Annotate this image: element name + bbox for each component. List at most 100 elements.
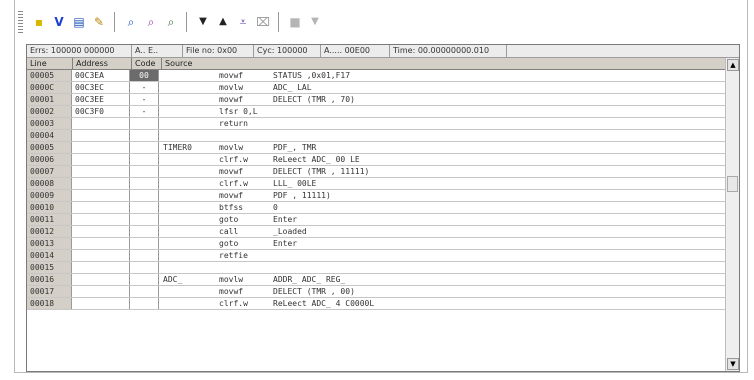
toolbar-separator [114, 12, 116, 32]
address-cell: 00C3F0 [72, 106, 130, 117]
disabled-arrow-icon: ▼ [311, 16, 319, 27]
source-cell: movlw ADC_ LAL [159, 82, 725, 93]
table-row[interactable]: 00005 TIMER0 movlw PDF_, TMR [27, 142, 725, 154]
source-opcode: movwf [219, 71, 244, 80]
source-operands: Enter [273, 239, 298, 248]
address-cell [72, 250, 130, 261]
code-cell [130, 226, 159, 237]
line-number-cell: 00011 [27, 214, 72, 225]
scroll-thumb[interactable] [727, 176, 738, 192]
source-cell: movwf DELECT (TMR , 70) [159, 94, 725, 105]
table-row[interactable]: 00018 clrf.w ReLeect ADC_ 4 C0000L [27, 298, 725, 310]
toolbar-grip[interactable] [18, 11, 23, 33]
source-opcode: movwf [219, 167, 244, 176]
table-row[interactable]: 00010 btfss 0 [27, 202, 725, 214]
pencil-icon[interactable]: ✎ [91, 14, 107, 30]
line-number-cell: 00010 [27, 202, 72, 213]
scroll-down-icon[interactable]: ▼ [727, 358, 739, 370]
code-cell [130, 154, 159, 165]
source-opcode: retfie [219, 251, 248, 260]
line-number-cell: 00018 [27, 298, 72, 309]
table-row[interactable]: 00013 goto Enter [27, 238, 725, 250]
source-opcode: movwf [219, 287, 244, 296]
yellow-square-icon[interactable]: ▪ [31, 14, 47, 30]
table-row[interactable]: 00004 [27, 130, 725, 142]
status-cycles: Cyc: 100000 [254, 45, 321, 57]
address-cell: 00C3EE [72, 94, 130, 105]
table-row[interactable]: 00012 call _Loaded [27, 226, 725, 238]
clear-icon[interactable]: ⌧ [255, 14, 271, 30]
filter-icon[interactable]: V [51, 14, 67, 30]
source-operands: DELECT (TMR , 11111) [273, 167, 370, 176]
code-cell [130, 118, 159, 129]
source-opcode: movwf [219, 191, 244, 200]
address-cell [72, 262, 130, 273]
source-cell: ADC_ movlw ADDR_ ADC_ REG_ [159, 274, 725, 285]
scroll-up-icon[interactable]: ▲ [727, 59, 739, 71]
arrow-down-bar-icon[interactable]: ⩡ [235, 14, 251, 30]
find-next-icon[interactable]: ⌕ [143, 14, 159, 30]
status-time: Time: 00.00000000.010 [390, 45, 507, 57]
col-line[interactable]: Line [27, 58, 73, 69]
table-row[interactable]: 00002 00C3F0- lfsr 0,L [27, 106, 725, 118]
line-number-cell: 00002 [27, 106, 72, 117]
table-row[interactable]: 00016 ADC_ movlw ADDR_ ADC_ REG_ [27, 274, 725, 286]
source-opcode: movlw [219, 275, 244, 284]
table-row[interactable]: 0000C 00C3EC - movlw ADC_ LAL [27, 82, 725, 94]
table-row[interactable]: 00017 movwf DELECT (TMR , 00) [27, 286, 725, 298]
line-number-cell: 00014 [27, 250, 72, 261]
source-cell [159, 262, 725, 273]
table-row[interactable]: 00009 movwf PDF , 11111) [27, 190, 725, 202]
source-operands: STATUS ,0x01,F17 [273, 71, 351, 80]
source-cell: clrf.w ReLeect ADC_ 4 C0000L [159, 298, 725, 309]
source-opcode: clrf.w [219, 299, 248, 308]
address-cell [72, 190, 130, 201]
table-row[interactable]: 00003 return [27, 118, 725, 130]
line-number-cell: 00015 [27, 262, 72, 273]
code-cell [130, 298, 159, 309]
line-number-cell: 00012 [27, 226, 72, 237]
table-row[interactable]: 00006 clrf.w ReLeect ADC_ 00 LE [27, 154, 725, 166]
source-label: ADC_ [163, 275, 183, 284]
line-number-cell: 00016 [27, 274, 72, 285]
find-icon[interactable]: ⌕ [123, 14, 139, 30]
table-row[interactable]: 00011 goto Enter [27, 214, 725, 226]
address-cell [72, 286, 130, 297]
page-icon[interactable]: ▤ [71, 14, 87, 30]
table-row[interactable]: 00005 00C3EA 00 movwf STATUS ,0x01,F17 [27, 70, 725, 82]
address-cell [72, 178, 130, 189]
source-cell: retfie [159, 250, 725, 261]
col-address[interactable]: Address [73, 58, 132, 69]
col-code[interactable]: Code [132, 58, 162, 69]
table-row[interactable]: 00008 clrf.w LLL_ 00LE [27, 178, 725, 190]
source-operands: PDF_, TMR [273, 143, 317, 152]
line-number-cell: 00006 [27, 154, 72, 165]
source-cell: movwf DELECT (TMR , 00) [159, 286, 725, 297]
code-cell: - [130, 94, 159, 105]
arrow-down-icon[interactable]: ▼ [195, 14, 211, 30]
line-number-cell: 00013 [27, 238, 72, 249]
source-opcode: goto [219, 215, 239, 224]
arrow-up-icon[interactable]: ▲ [215, 14, 231, 30]
col-source[interactable]: Source [162, 58, 739, 69]
status-bar: Errs: 100000 000000 A.. E.. File no: 0x0… [27, 45, 739, 58]
table-row[interactable]: 00015 [27, 262, 725, 274]
toolbar-separator [186, 12, 188, 32]
source-operands: ADDR_ ADC_ REG_ [273, 275, 346, 284]
vertical-scrollbar[interactable]: ▲ ▼ [725, 58, 739, 371]
source-opcode: movlw [219, 143, 244, 152]
table-row[interactable]: 00014 retfie [27, 250, 725, 262]
table-row[interactable]: 00007 movwf DELECT (TMR , 11111) [27, 166, 725, 178]
table-row[interactable]: 00001 00C3EE - movwf DELECT (TMR , 70) [27, 94, 725, 106]
source-cell: movwf STATUS ,0x01,F17 [159, 70, 725, 81]
code-cell [130, 214, 159, 225]
find-prev-icon[interactable]: ⌕ [163, 14, 179, 30]
status-errors: Errs: 100000 000000 [27, 45, 132, 57]
line-number-cell: 00003 [27, 118, 72, 129]
toolbar: ▪ V ▤ ✎ ⌕ ⌕ ⌕ ▼ ▲ ⩡ ⌧ ■ ▼ [18, 8, 578, 36]
column-header: Line Address Code Source [27, 58, 739, 70]
source-opcode: clrf.w [219, 155, 248, 164]
code-cell [130, 190, 159, 201]
address-cell [72, 154, 130, 165]
source-cell: movwf PDF , 11111) [159, 190, 725, 201]
